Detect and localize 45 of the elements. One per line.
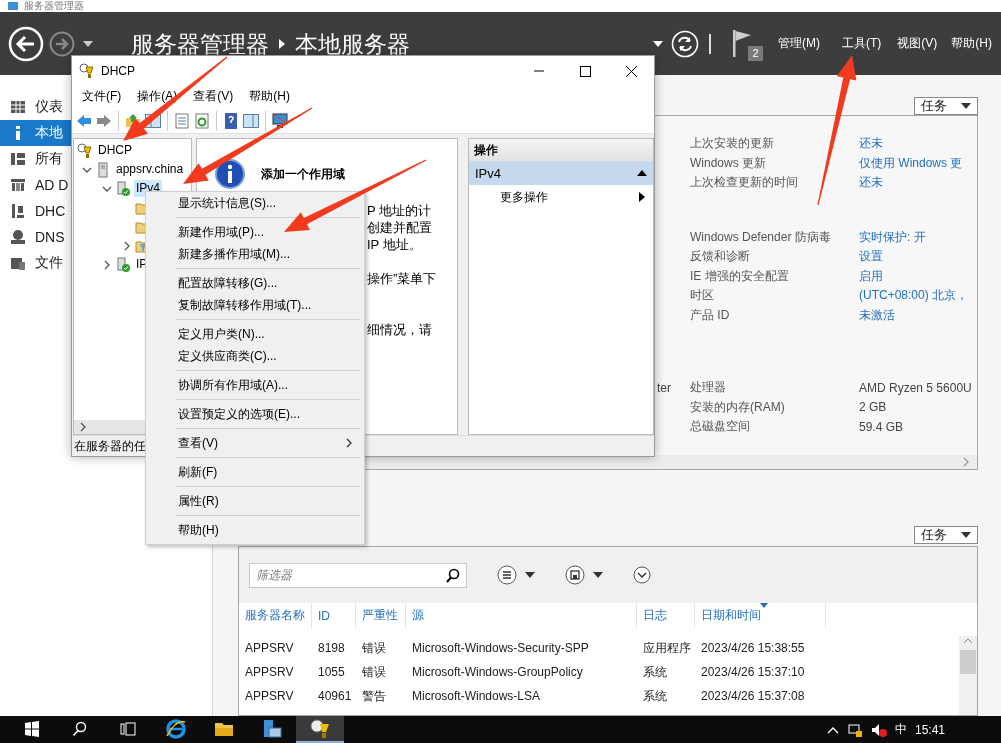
description-text: 创建并配置 [367,219,433,237]
table-cell-text: Microsoft-Windows-LSA [411,689,542,703]
table-cell-text: 系统 [642,687,668,705]
property-label: 上次安装的更新 [690,135,775,153]
table-cell-text: 系统 [642,663,668,681]
table-cell-text: 警告 [361,687,387,705]
description-text: P 地址的计 [367,202,433,220]
description-text: IP 地址。 [367,236,423,254]
property-label: 安装的内存(RAM) [690,398,786,416]
description-text: 操作”菜单下 [367,270,438,288]
property-label: 处理器 [690,379,727,397]
property-label: ter [657,380,671,395]
app-title: 服务器管理器 [24,0,84,12]
table-cell-text: Microsoft-Windows-Security-SPP [411,641,590,655]
notification-badge: 2 [748,45,763,61]
table-cell-text: 应用程序 [642,639,692,657]
table-cell-text: 错误 [361,639,387,657]
table-cell-text: 8198 [317,641,346,655]
status-text: 在服务器的任 [74,437,146,455]
table-cell-text: 40961 [317,689,353,703]
window-title: DHCP [101,64,135,78]
clock: 15:41 [914,722,945,737]
property-label: 时区 [690,287,715,305]
description-text: 细情况，请 [367,321,433,339]
table-cell-text: APPSRV [244,641,295,655]
property-label: 上次检查更新的时间 [690,174,799,192]
property-value: 2 GB [859,400,888,415]
table-cell-text: Microsoft-Windows-GroupPolicy [411,665,584,679]
table-cell-text: 1055 [317,665,346,679]
table-cell-text: 2023/4/26 15:37:10 [700,665,806,679]
property-label: Windows Defender 防病毒 [690,228,832,246]
table-cell-text: APPSRV [244,689,295,703]
property-label: 反馈和诊断 [690,248,751,266]
property-label: 总磁盘空间 [690,418,751,436]
table-cell-text: APPSRV [244,665,295,679]
property-label: 产品 ID [690,306,731,324]
table-cell-text: 错误 [361,663,387,681]
property-label: Windows 更新 [690,154,767,172]
property-value: AMD Ryzen 5 5600U [859,380,973,395]
table-cell-text: 2023/4/26 15:37:08 [700,689,806,703]
content-heading: 添加一个作用域 [261,166,345,183]
table-cell-text: 2023/4/26 15:38:55 [700,641,806,655]
property-value: 59.4 GB [859,419,905,434]
actions-header: 操作 [469,139,653,162]
property-label: IE 增强的安全配置 [690,267,790,285]
